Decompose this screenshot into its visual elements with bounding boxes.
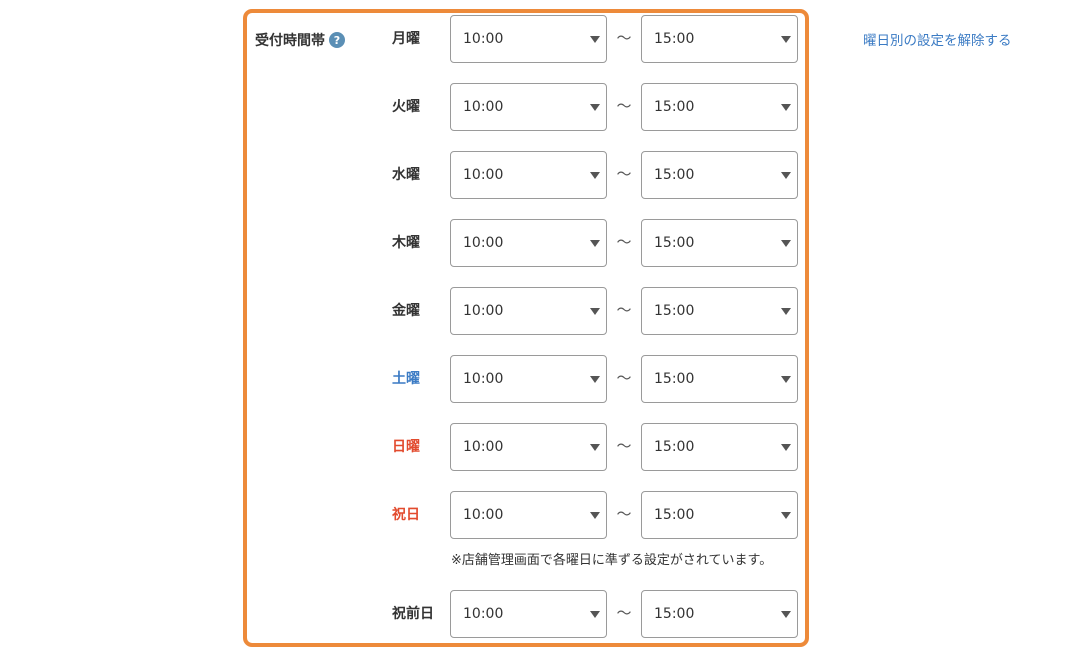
range-separator: 〜 [616,437,632,455]
end-time-value: 15:00 [654,371,695,387]
start-time-select[interactable]: 10:00 [450,491,607,539]
day-label: 月曜 [392,31,420,47]
day-label: 土曜 [392,371,420,387]
end-time-value: 15:00 [654,606,695,622]
day-row-tuesday: 火曜 10:00 〜 15:00 [392,83,800,131]
dropdown-arrow-icon [781,104,791,111]
start-time-value: 10:00 [463,606,504,622]
dropdown-arrow-icon [781,172,791,179]
day-label: 金曜 [392,303,420,319]
reception-hours-title: 受付時間帯 [255,33,325,49]
end-time-select[interactable]: 15:00 [641,491,798,539]
dropdown-arrow-icon [781,444,791,451]
start-time-value: 10:00 [463,507,504,523]
end-time-value: 15:00 [654,439,695,455]
range-separator: 〜 [616,233,632,251]
day-label: 日曜 [392,439,420,455]
dropdown-arrow-icon [590,308,600,315]
start-time-value: 10:00 [463,31,504,47]
dropdown-arrow-icon [781,240,791,247]
dropdown-arrow-icon [590,611,600,618]
end-time-select[interactable]: 15:00 [641,219,798,267]
reset-per-day-link[interactable]: 曜日別の設定を解除する [863,29,1012,49]
dropdown-arrow-icon [590,512,600,519]
dropdown-arrow-icon [590,172,600,179]
dropdown-arrow-icon [781,36,791,43]
start-time-select[interactable]: 10:00 [450,287,607,335]
end-time-select[interactable]: 15:00 [641,83,798,131]
day-row-friday: 金曜 10:00 〜 15:00 [392,287,800,335]
start-time-value: 10:00 [463,303,504,319]
dropdown-arrow-icon [590,444,600,451]
start-time-select[interactable]: 10:00 [450,151,607,199]
end-time-value: 15:00 [654,507,695,523]
day-label: 祝前日 [392,606,434,622]
start-time-select[interactable]: 10:00 [450,423,607,471]
dropdown-arrow-icon [781,308,791,315]
start-time-value: 10:00 [463,439,504,455]
start-time-select[interactable]: 10:00 [450,355,607,403]
end-time-value: 15:00 [654,235,695,251]
day-label: 水曜 [392,167,420,183]
reception-hours-label: 受付時間帯 ? [255,30,345,50]
range-separator: 〜 [616,301,632,319]
end-time-value: 15:00 [654,99,695,115]
end-time-value: 15:00 [654,167,695,183]
dropdown-arrow-icon [590,36,600,43]
start-time-value: 10:00 [463,371,504,387]
end-time-value: 15:00 [654,31,695,47]
start-time-select[interactable]: 10:00 [450,83,607,131]
start-time-value: 10:00 [463,167,504,183]
range-separator: 〜 [616,97,632,115]
start-time-value: 10:00 [463,99,504,115]
start-time-select[interactable]: 10:00 [450,590,607,638]
start-time-value: 10:00 [463,235,504,251]
day-label: 火曜 [392,99,420,115]
day-label: 祝日 [392,507,420,523]
day-row-thursday: 木曜 10:00 〜 15:00 [392,219,800,267]
day-row-pre-holiday: 祝前日 10:00 〜 15:00 [392,590,800,638]
start-time-select[interactable]: 10:00 [450,15,607,63]
range-separator: 〜 [616,29,632,47]
dropdown-arrow-icon [781,376,791,383]
dropdown-arrow-icon [781,512,791,519]
range-separator: 〜 [616,165,632,183]
dropdown-arrow-icon [590,104,600,111]
end-time-select[interactable]: 15:00 [641,590,798,638]
start-time-select[interactable]: 10:00 [450,219,607,267]
day-row-saturday: 土曜 10:00 〜 15:00 [392,355,800,403]
range-separator: 〜 [616,369,632,387]
holiday-note: ※店舗管理画面で各曜日に準ずる設定がされています。 [451,553,773,568]
end-time-select[interactable]: 15:00 [641,355,798,403]
day-row-holiday: 祝日 10:00 〜 15:00 [392,491,800,539]
dropdown-arrow-icon [781,611,791,618]
end-time-select[interactable]: 15:00 [641,151,798,199]
help-icon[interactable]: ? [329,32,345,48]
day-label: 木曜 [392,235,420,251]
end-time-select[interactable]: 15:00 [641,287,798,335]
end-time-select[interactable]: 15:00 [641,423,798,471]
end-time-select[interactable]: 15:00 [641,15,798,63]
dropdown-arrow-icon [590,376,600,383]
day-row-monday: 月曜 10:00 〜 15:00 [392,15,800,63]
day-row-wednesday: 水曜 10:00 〜 15:00 [392,151,800,199]
end-time-value: 15:00 [654,303,695,319]
range-separator: 〜 [616,604,632,622]
range-separator: 〜 [616,505,632,523]
day-row-sunday: 日曜 10:00 〜 15:00 [392,423,800,471]
dropdown-arrow-icon [590,240,600,247]
